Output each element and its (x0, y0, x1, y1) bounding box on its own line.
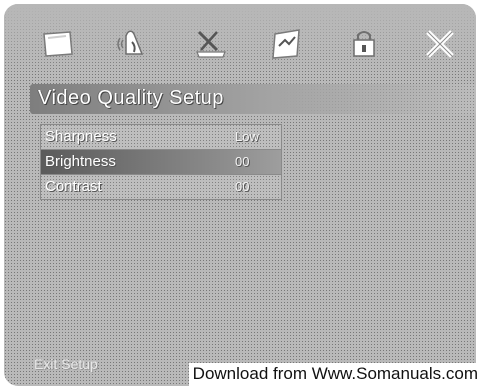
language-icon[interactable] (187, 22, 235, 66)
sharpness-row[interactable]: Sharpness Low (40, 124, 282, 149)
setup-menu-panel: Video Quality Setup Sharpness Low Bright… (4, 4, 476, 386)
contrast-label: Contrast (45, 178, 102, 195)
audio-icon[interactable] (110, 22, 158, 66)
watermark-text: Download from Www.Somanuals.com (188, 363, 478, 386)
lock-icon[interactable] (340, 22, 388, 66)
sharpness-value: Low (235, 129, 259, 144)
brightness-label: Brightness (45, 153, 116, 170)
video-icon[interactable] (263, 22, 311, 66)
contrast-row[interactable]: Contrast 00 (40, 174, 282, 200)
contrast-value: 00 (235, 179, 250, 194)
page-title: Video Quality Setup (38, 87, 224, 109)
page-title-bar: Video Quality Setup (30, 84, 476, 114)
sharpness-label: Sharpness (45, 128, 117, 145)
exit-setup-hint: Exit Setup (34, 356, 98, 372)
display-icon[interactable] (34, 22, 82, 66)
settings-list: Sharpness Low Brightness 00 Contrast 00 (40, 124, 282, 200)
brightness-value: 00 (235, 154, 250, 169)
setup-tab-bar (34, 22, 464, 66)
exit-icon[interactable] (416, 22, 464, 66)
brightness-row[interactable]: Brightness 00 (40, 149, 282, 174)
